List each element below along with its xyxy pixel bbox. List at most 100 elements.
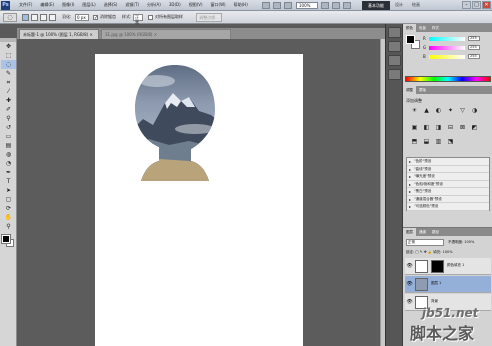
workspace-design-button[interactable]: 设计 [395,2,403,8]
close-button[interactable]: ✕ [482,1,491,9]
feather-input[interactable]: 0 px [75,14,89,21]
adjustment-icon[interactable]: ◐ [435,107,442,114]
menu-item[interactable]: 选择(S) [104,2,118,8]
workspace-painting-button[interactable]: 绘画 [412,2,420,8]
quick-select-icon[interactable]: ✎ [1,69,16,78]
layer-mask-thumbnail[interactable] [431,260,444,273]
actions-panel-icon[interactable] [388,41,401,52]
tab-masks[interactable]: 蒙版 [416,86,429,94]
eye-icon[interactable]: 👁 [406,281,413,288]
preset-item[interactable]: "黑白"预设 [407,188,489,196]
view-extras-icon[interactable] [284,2,292,9]
adjustment-icon[interactable]: ⊠ [459,124,466,131]
character-panel-icon[interactable] [388,69,401,80]
new-selection-icon[interactable] [22,14,29,21]
menu-item[interactable]: 文件(F) [19,2,32,8]
tab-layers[interactable]: 图层 [403,228,416,236]
color-panel-swatches[interactable] [406,35,420,49]
preset-item[interactable]: "色阶"预设 [407,158,489,166]
preset-item[interactable]: "可选颜色"预设 [407,203,489,211]
zoom-icon[interactable]: ⚲ [1,222,16,231]
color-swatches[interactable] [1,234,14,247]
rotate-view-icon[interactable] [332,2,340,9]
pen-icon[interactable]: ✒ [1,168,16,177]
antialias-checkbox[interactable] [93,15,98,20]
color-panel-foreground-swatch[interactable] [406,35,415,44]
move-icon[interactable]: ✥ [1,42,16,51]
adjustment-icon[interactable]: ⬔ [447,138,454,145]
menu-item[interactable]: 窗口(W) [211,2,226,8]
tab-swatches[interactable]: 色板 [416,24,429,32]
adjustment-icon[interactable]: ◧ [423,124,430,131]
menu-item[interactable]: 帮助(H) [234,2,248,8]
red-slider[interactable] [429,37,465,41]
adjustment-icon[interactable]: ☀ [411,107,418,114]
menu-item[interactable]: 图像(I) [62,2,74,8]
brush-panel-icon[interactable] [388,55,401,66]
opacity-control[interactable]: 不透明度: 100% [448,239,488,246]
preset-item[interactable]: "曲线"预设 [407,166,489,173]
add-to-selection-icon[interactable] [31,14,38,21]
document-canvas[interactable] [95,54,303,346]
adjustment-icon[interactable]: ▣ [411,124,418,131]
clone-stamp-icon[interactable]: ⚲ [1,114,16,123]
menu-item[interactable]: 视图(V) [189,2,203,8]
eraser-icon[interactable]: ▭ [1,132,16,141]
tab-document-active[interactable]: 未标题-1 @ 100% (图层 1, RGB/8) × [19,29,99,39]
lock-and-fill-row[interactable]: 锁定: □ ✎ ✥ 🔒 填充: 100% [406,249,490,256]
history-brush-icon[interactable]: ↺ [1,123,16,132]
preset-item[interactable]: "曝光度"预设 [407,173,489,181]
green-value-input[interactable]: 255 [468,45,480,50]
arrange-documents-icon[interactable] [343,2,351,9]
sample-all-checkbox[interactable] [148,15,153,20]
tab-styles[interactable]: 样式 [429,24,442,32]
green-slider[interactable] [429,46,465,50]
menu-item[interactable]: 3D(D) [169,2,181,8]
red-value-input[interactable]: 255 [468,36,480,41]
crop-icon[interactable]: ⌗ [1,78,16,87]
tab-paths[interactable]: 路径 [429,228,442,236]
blend-mode-select[interactable]: 正常 [406,239,444,246]
eyedropper-icon[interactable]: ⁄ [1,87,16,96]
tab-channels[interactable]: 通道 [416,228,429,236]
adjustment-icon[interactable]: ▲ [423,107,430,114]
blur-icon[interactable]: ◍ [1,150,16,159]
adjustment-icon[interactable]: ▥ [435,138,442,145]
subtract-selection-icon[interactable] [40,14,47,21]
menu-item[interactable]: 图层(L) [82,2,95,8]
preset-item[interactable]: "色相/饱和度"预设 [407,181,489,188]
menu-item[interactable]: 编辑(E) [40,2,54,8]
hand-icon[interactable]: ✋ [1,213,16,222]
minimize-button[interactable]: – [462,1,471,9]
adjustment-icon[interactable]: ◨ [435,124,442,131]
brush-icon[interactable]: ✐ [1,105,16,114]
menu-item[interactable]: 分析(A) [147,2,161,8]
type-icon[interactable]: T [1,177,16,186]
blue-value-input[interactable]: 255 [468,54,480,59]
maximize-button[interactable]: □ [472,1,481,9]
style-select[interactable]: 正常 [133,14,143,25]
marquee-icon[interactable]: ⬚ [1,51,16,60]
lasso-icon[interactable]: ◌ [1,60,16,69]
gradient-icon[interactable]: ▤ [1,141,16,150]
bridge-icon[interactable] [262,2,270,9]
adjustment-icon[interactable]: ✦ [447,107,454,114]
layer-row[interactable]: 👁 图层 1 [405,276,491,293]
adjustment-icon[interactable]: ⊟ [447,124,454,131]
dodge-icon[interactable]: ◔ [1,159,16,168]
shape-icon[interactable]: ▢ [1,195,16,204]
zoom-select[interactable]: 100% [296,2,318,9]
minibridge-icon[interactable] [273,2,281,9]
tab-color[interactable]: 颜色 [403,24,416,32]
tab-document-inactive[interactable]: 31.jpg @ 100% (RGB/8) × [101,29,231,39]
adjustment-icon[interactable]: ⬒ [411,138,418,145]
tool-preset-picker[interactable]: ◌ [3,13,17,22]
healing-brush-icon[interactable]: ✚ [1,96,16,105]
path-select-icon[interactable]: ➤ [1,186,16,195]
history-panel-icon[interactable] [388,27,401,38]
menu-item[interactable]: 滤镜(T) [125,2,139,8]
canvas-area[interactable] [17,39,385,346]
adjustment-icon[interactable]: ▽ [459,107,466,114]
adjustment-icon[interactable]: ◑ [471,107,478,114]
intersect-selection-icon[interactable] [49,14,56,21]
